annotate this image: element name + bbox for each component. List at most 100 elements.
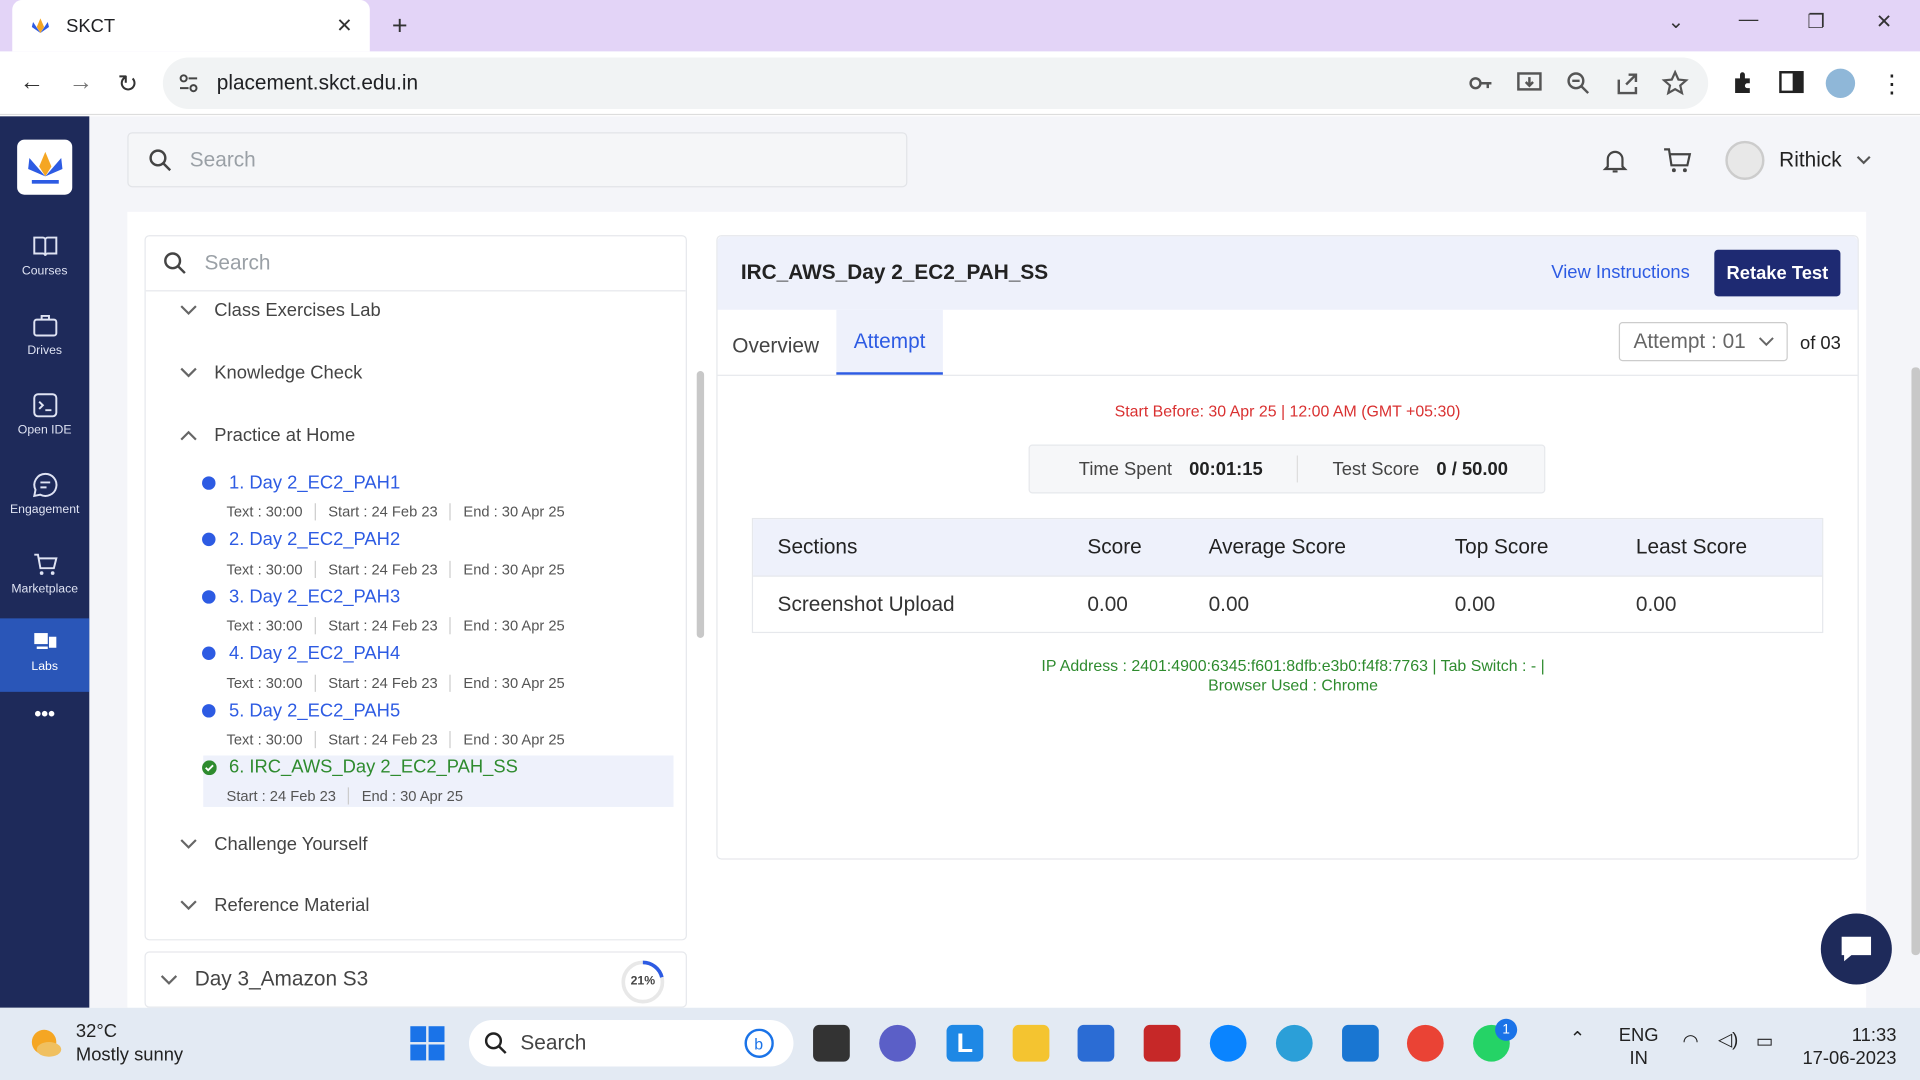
minimize-icon[interactable]: — bbox=[1739, 10, 1759, 32]
list-item-selected[interactable]: 6. IRC_AWS_Day 2_EC2_PAH_SS bbox=[202, 757, 518, 778]
sidebar-item-labs[interactable]: Labs bbox=[0, 618, 90, 692]
list-item[interactable]: 2. Day 2_EC2_PAH2 bbox=[202, 529, 400, 550]
zoom-icon[interactable] bbox=[1565, 70, 1592, 97]
sidebar-item-label: Open IDE bbox=[17, 423, 72, 438]
list-item[interactable]: 3. Day 2_EC2_PAH3 bbox=[202, 587, 400, 607]
weather-widget[interactable]: 32°C Mostly sunny bbox=[27, 1020, 183, 1067]
share-icon[interactable] bbox=[1614, 70, 1641, 97]
browser-menu-icon[interactable]: ⋮ bbox=[1880, 69, 1907, 98]
user-menu[interactable]: Rithick bbox=[1725, 140, 1871, 181]
sidebar-item-open-ide[interactable]: Open IDE bbox=[0, 382, 89, 455]
l-app-icon[interactable]: L bbox=[946, 1024, 984, 1062]
alexa-icon[interactable] bbox=[1209, 1024, 1247, 1062]
page-scrollbar[interactable] bbox=[1911, 367, 1920, 956]
sidebar-item-label: Engagement bbox=[9, 503, 80, 517]
table-cell: 0.00 bbox=[1087, 592, 1128, 616]
omnibox[interactable]: placement.skct.edu.in bbox=[162, 57, 1709, 109]
store-icon[interactable] bbox=[1077, 1024, 1115, 1062]
section-knowledge-check[interactable]: Knowledge Check bbox=[180, 362, 362, 383]
browser-tab[interactable]: SKCT ✕ bbox=[12, 0, 370, 52]
clock[interactable]: 11:33 17-06-2023 bbox=[1802, 1024, 1896, 1071]
cart-icon[interactable] bbox=[1662, 146, 1694, 175]
table-cell: 0.00 bbox=[1208, 592, 1250, 616]
global-search-input[interactable]: Search bbox=[127, 132, 908, 188]
section-challenge-yourself[interactable]: Challenge Yourself bbox=[180, 834, 367, 855]
tab-overview[interactable]: Overview bbox=[732, 334, 819, 358]
task-view-icon[interactable] bbox=[813, 1024, 850, 1062]
attempt-count: of 03 bbox=[1800, 333, 1841, 354]
bookmark-star-icon[interactable] bbox=[1661, 69, 1689, 97]
teams-chat-icon[interactable] bbox=[879, 1024, 916, 1062]
reload-icon[interactable]: ↻ bbox=[118, 69, 139, 100]
retake-test-button[interactable]: Retake Test bbox=[1714, 249, 1841, 297]
section-label: Challenge Yourself bbox=[214, 833, 368, 855]
bell-icon[interactable] bbox=[1600, 146, 1629, 175]
column-header: Score bbox=[1087, 535, 1142, 559]
section-class-exercises-lab[interactable]: Class Exercises Lab bbox=[180, 300, 381, 321]
module-day3[interactable]: Day 3_Amazon S3 21% bbox=[144, 951, 687, 1008]
notification-badge: 1 bbox=[1495, 1018, 1518, 1041]
time-score-summary: Time Spent 00:01:15 Test Score 0 / 50.00 bbox=[1028, 444, 1546, 494]
view-instructions-link[interactable]: View Instructions bbox=[1551, 262, 1690, 283]
column-header: Sections bbox=[777, 535, 858, 559]
list-item[interactable]: 4. Day 2_EC2_PAH4 bbox=[202, 643, 400, 664]
wifi-icon[interactable]: ◠ bbox=[1682, 1030, 1698, 1053]
table-cell: 0.00 bbox=[1635, 592, 1677, 616]
sidebar-item-drives[interactable]: Drives bbox=[0, 302, 89, 375]
profile-avatar[interactable] bbox=[1825, 68, 1856, 98]
status-dot bbox=[202, 532, 216, 547]
sidebar-item-engagement[interactable]: Engagement bbox=[0, 462, 89, 535]
main-area: Search Rithick Search Class Exercises La… bbox=[89, 116, 1920, 1008]
file-explorer-icon[interactable] bbox=[1012, 1024, 1050, 1062]
status-dot bbox=[202, 646, 216, 661]
volume-icon[interactable]: ◁) bbox=[1718, 1029, 1738, 1052]
section-label: Practice at Home bbox=[214, 424, 356, 446]
language-indicator[interactable]: ENG IN bbox=[1619, 1024, 1659, 1071]
chevron-up-icon[interactable]: ⌃ bbox=[1570, 1027, 1585, 1050]
chevron-down-icon bbox=[180, 839, 197, 849]
tab-search-icon[interactable]: ⌄ bbox=[1668, 10, 1684, 34]
list-item[interactable]: 1. Day 2_EC2_PAH1 bbox=[202, 473, 400, 493]
outline-scrollbar[interactable] bbox=[696, 371, 705, 638]
labs-icon bbox=[33, 633, 56, 649]
key-icon[interactable] bbox=[1467, 70, 1494, 97]
chevron-down-icon bbox=[180, 305, 197, 316]
test-score-value: 0 / 50.00 bbox=[1436, 458, 1508, 480]
address-bar-row: ← → ↻ placement.skct.edu.in ⋮ bbox=[0, 51, 1920, 116]
sidebar-item-marketplace[interactable]: Marketplace bbox=[0, 541, 89, 614]
list-item[interactable]: 5. Day 2_EC2_PAH5 bbox=[202, 700, 400, 721]
more-icon[interactable]: ••• bbox=[0, 704, 89, 777]
restore-icon[interactable]: ❐ bbox=[1807, 10, 1825, 34]
time-spent-value: 00:01:15 bbox=[1189, 458, 1263, 480]
windows-start-icon[interactable] bbox=[410, 1026, 446, 1062]
taskbar-search[interactable]: Search b bbox=[468, 1020, 794, 1067]
battery-icon[interactable]: ▭ bbox=[1756, 1030, 1773, 1053]
table-cell: Screenshot Upload bbox=[777, 592, 955, 616]
chat-bubble-icon bbox=[32, 472, 57, 498]
site-info-icon[interactable] bbox=[178, 72, 200, 94]
close-tab-icon[interactable]: ✕ bbox=[336, 13, 352, 37]
outline-search-input[interactable]: Search bbox=[145, 236, 686, 292]
section-practice-at-home[interactable]: Practice at Home bbox=[180, 425, 355, 446]
back-icon[interactable]: ← bbox=[20, 69, 44, 97]
forward-icon[interactable]: → bbox=[69, 69, 93, 97]
mcafee-icon[interactable] bbox=[1143, 1024, 1181, 1062]
new-tab-icon[interactable]: + bbox=[392, 10, 408, 42]
app-sidebar: Courses Drives Open IDE Engagement Marke… bbox=[0, 116, 90, 1008]
chat-support-button[interactable] bbox=[1820, 913, 1892, 985]
edge-icon[interactable] bbox=[1275, 1024, 1313, 1062]
attempt-select[interactable]: Attempt : 01 bbox=[1618, 322, 1788, 362]
skct-favicon-icon bbox=[31, 18, 49, 34]
chrome-icon[interactable] bbox=[1406, 1024, 1444, 1062]
vscode-icon[interactable] bbox=[1342, 1024, 1379, 1062]
browser-tab-strip: SKCT ✕ + ⌄ — ❐ ✕ bbox=[0, 0, 1920, 52]
section-reference-material[interactable]: Reference Material bbox=[180, 895, 369, 916]
close-window-icon[interactable]: ✕ bbox=[1876, 10, 1892, 34]
sidebar-item-courses[interactable]: Courses bbox=[0, 223, 89, 296]
install-app-icon[interactable] bbox=[1516, 70, 1543, 97]
institution-logo[interactable] bbox=[17, 139, 73, 195]
extensions-icon[interactable] bbox=[1730, 69, 1757, 96]
tab-attempt[interactable]: Attempt bbox=[836, 309, 943, 375]
chevron-down-icon bbox=[180, 367, 197, 378]
side-panel-icon[interactable] bbox=[1778, 69, 1805, 96]
